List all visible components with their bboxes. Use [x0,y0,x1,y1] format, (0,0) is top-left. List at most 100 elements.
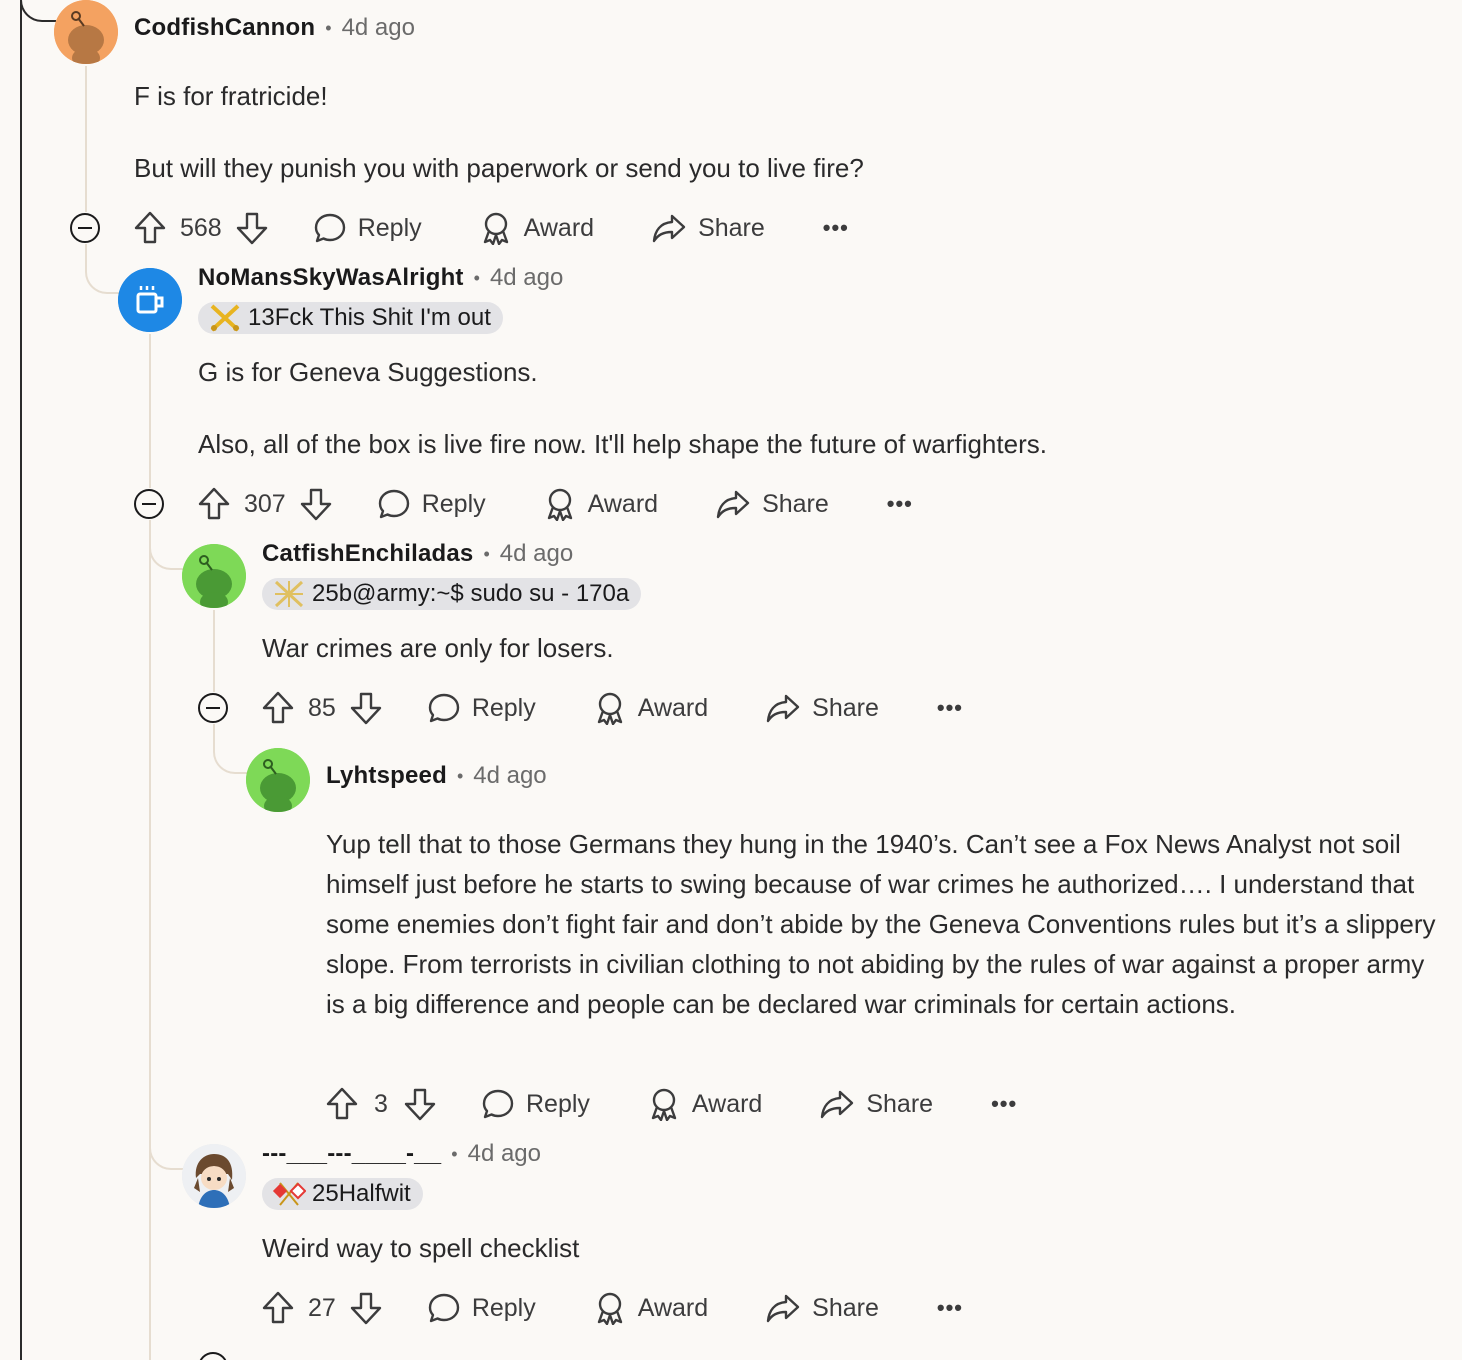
comment-meta: ---___---____-__ • 4d ago [262,1140,541,1168]
upvote-button[interactable] [198,487,230,521]
comment-body: Weird way to spell checklist [262,1228,1442,1268]
meta-separator: • [456,765,464,786]
comment-paragraph: F is for fratricide! [134,81,328,111]
reply-bubble-icon [314,213,345,243]
comment-thread: CodfishCannon • 4d ago F is for fratrici… [0,0,1462,1360]
comment-actions: 568 Reply Award Share ••• [134,208,849,248]
lightning-insignia-icon [274,580,304,608]
comment-meta: NoMansSkyWasAlright • 4d ago [198,264,563,292]
share-button[interactable]: Share [766,1293,879,1323]
coffee-mug-avatar-icon [118,268,182,332]
thread-line[interactable] [85,66,87,212]
downvote-button[interactable] [350,1291,382,1325]
timestamp[interactable]: 4d ago [473,762,546,790]
more-options-button[interactable]: ••• [823,215,849,241]
upvote-icon [198,487,230,520]
comment-actions: 3 Reply Award Share ••• [326,1084,1017,1124]
timestamp[interactable]: 4d ago [342,14,415,42]
vote-score: 307 [244,489,286,518]
user-flair: 25b@army:~$ sudo su - 170a [262,578,642,610]
timestamp[interactable]: 4d ago [468,1140,541,1168]
share-button[interactable]: Share [716,489,829,519]
award-button[interactable]: Award [648,1087,762,1121]
downvote-button[interactable] [300,487,332,521]
upvote-button[interactable] [262,691,294,725]
reply-button[interactable]: Reply [428,1292,536,1324]
user-avatar[interactable] [118,268,182,332]
author-name[interactable]: CatfishEnchiladas [262,540,473,568]
reply-bubble-icon [428,1293,460,1323]
more-options-button[interactable]: ••• [991,1091,1017,1117]
downvote-icon [236,212,267,245]
reply-button[interactable]: Reply [428,692,536,724]
crossed-cannons-icon [210,304,240,332]
user-flair: 13Fck This Shit I'm out [198,302,503,334]
vote-score: 85 [308,693,336,722]
reply-bubble-icon [482,1089,514,1119]
vote-score: 27 [308,1293,336,1322]
flair-text: 25Halfwit [312,1180,411,1207]
upvote-button[interactable] [262,1291,294,1325]
flair-text: 25b@army:~$ sudo su - 170a [312,580,630,607]
parent-thread-line[interactable] [20,0,22,1360]
award-button[interactable]: Award [594,1291,708,1325]
award-button[interactable]: Award [480,211,594,245]
more-options-button[interactable]: ••• [937,1295,963,1321]
comment-body: War crimes are only for losers. [262,628,1442,668]
meta-separator: • [483,543,490,564]
anime-character-avatar-icon [182,1144,246,1208]
collapse-button[interactable] [198,1352,228,1360]
author-name[interactable]: NoMansSkyWasAlright [198,264,464,292]
award-button[interactable]: Award [594,691,708,725]
author-name[interactable]: CodfishCannon [134,14,315,42]
downvote-button[interactable] [236,211,268,245]
more-options-button[interactable]: ••• [887,491,913,517]
author-name[interactable]: ---___---____-__ [262,1140,441,1168]
comment-paragraph: Weird way to spell checklist [262,1233,580,1263]
user-avatar[interactable] [54,0,118,64]
timestamp[interactable]: 4d ago [490,264,563,292]
collapse-button[interactable] [134,489,164,519]
comment-paragraph: Also, all of the box is live fire now. I… [198,429,1047,459]
share-button[interactable]: Share [766,693,879,723]
award-label: Award [523,213,595,242]
upvote-icon [326,1087,358,1120]
thread-line[interactable] [213,610,215,692]
reply-label: Reply [421,489,486,518]
timestamp[interactable]: 4d ago [500,540,573,568]
meta-separator: • [473,267,480,288]
thread-line[interactable] [149,520,151,1360]
reply-button[interactable]: Reply [314,212,422,244]
upvote-button[interactable] [326,1087,358,1121]
share-button[interactable]: Share [652,213,765,243]
award-label: Award [691,1089,763,1118]
vote-score: 3 [374,1089,388,1118]
more-options-button[interactable]: ••• [937,695,963,721]
snoo-avatar-icon [182,544,246,608]
downvote-button[interactable] [404,1087,436,1121]
user-avatar[interactable] [182,544,246,608]
thread-line[interactable] [149,334,151,488]
reply-button[interactable]: Reply [482,1088,590,1120]
meta-separator: • [451,1143,458,1164]
upvote-button[interactable] [134,211,166,245]
downvote-button[interactable] [350,691,382,725]
award-label: Award [637,1293,709,1322]
downvote-icon [350,692,382,725]
share-icon [766,694,800,723]
award-button[interactable]: Award [544,487,658,521]
user-avatar[interactable] [246,748,310,812]
upvote-icon [262,1291,294,1324]
reply-label: Reply [471,1293,536,1322]
author-name[interactable]: Lyhtspeed [326,762,447,790]
award-icon [597,692,622,725]
share-button[interactable]: Share [820,1089,933,1119]
user-avatar[interactable] [182,1144,246,1208]
reply-button[interactable]: Reply [378,488,486,520]
collapse-button[interactable] [70,213,100,243]
thread-connector [20,0,56,22]
collapse-button[interactable] [198,693,228,723]
meta-separator: • [325,17,332,38]
award-icon [597,1292,622,1325]
share-label: Share [698,213,765,242]
